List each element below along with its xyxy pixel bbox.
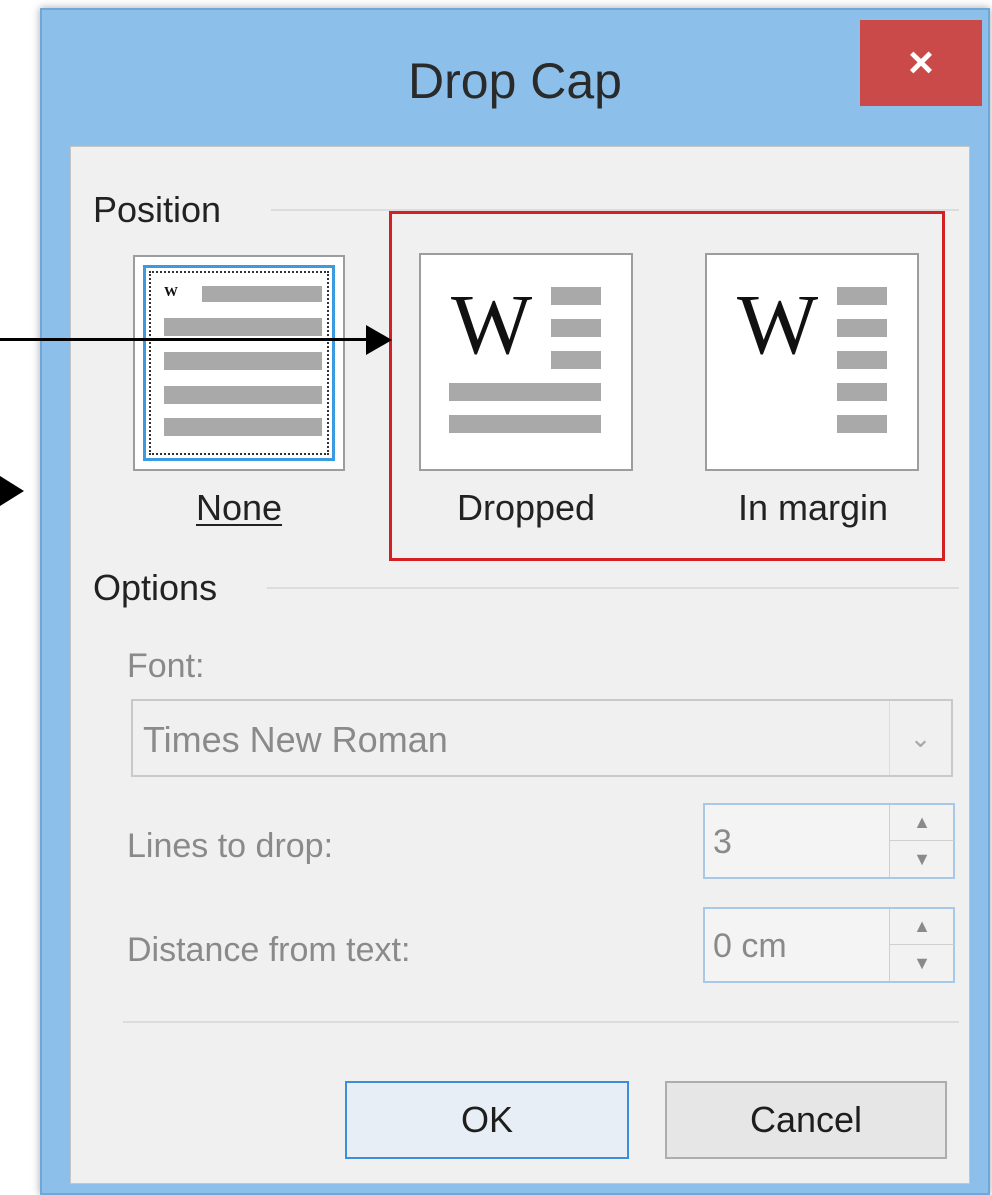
options-group-label: Options [93,567,218,608]
lines-to-drop-label: Lines to drop: [127,827,334,865]
close-button[interactable]: × [860,20,982,106]
ok-button[interactable]: OK [345,1081,629,1159]
lines-to-drop-spin-buttons: ▲ ▼ [889,805,954,877]
buttons-divider [123,1021,959,1023]
preview-line [551,351,601,369]
preview-line [837,351,887,369]
distance-spin-buttons: ▲ ▼ [889,909,954,981]
none-preview-letter: W [164,285,178,300]
preview-line [164,318,322,336]
font-label: Font: [127,647,205,685]
preview-line [551,287,601,305]
font-select[interactable]: Times New Roman ⌄ [131,699,953,777]
options-group-divider [267,587,959,589]
annotation-arrowhead-icon [366,325,392,355]
position-option-in-margin[interactable]: W [705,253,919,471]
position-option-dropped-caption: Dropped [456,487,596,528]
position-group-label: Position [93,189,222,230]
dialog-client-area: Position W None W Dropped W In margin Op… [70,146,970,1184]
drop-cap-dialog: Drop Cap × Position W None W Dropped W I… [40,8,990,1195]
distance-from-text-value: 0 cm [713,927,787,965]
preview-line [837,415,887,433]
dialog-title: Drop Cap [408,53,622,109]
spin-down-arrow-icon[interactable]: ▼ [890,945,954,981]
preview-line [551,319,601,337]
distance-from-text-label: Distance from text: [127,931,411,969]
annotation-arrow-line [0,338,372,341]
title-bar: Drop Cap × [42,10,988,140]
position-option-none-caption: None [195,487,283,528]
spin-up-arrow-icon[interactable]: ▲ [890,805,954,841]
spin-up-arrow-icon[interactable]: ▲ [890,909,954,945]
close-icon: × [908,38,934,87]
preview-line [837,319,887,337]
dropped-preview-letter: W [451,276,533,372]
font-select-value: Times New Roman [143,719,448,760]
position-option-in-margin-caption: In margin [737,487,889,528]
lines-to-drop-stepper[interactable]: 3 ▲ ▼ [703,803,955,879]
cancel-button[interactable]: Cancel [665,1081,947,1159]
distance-from-text-stepper[interactable]: 0 cm ▲ ▼ [703,907,955,983]
lines-to-drop-value: 3 [713,823,732,861]
preview-line [449,383,601,401]
preview-line [202,286,322,302]
annotation-arrowhead-left-icon [0,476,24,506]
preview-line [449,415,601,433]
in-margin-preview-letter: W [737,276,819,372]
preview-line [837,383,887,401]
position-option-none[interactable]: W [133,255,345,471]
position-option-dropped[interactable]: W [419,253,633,471]
preview-line [164,352,322,370]
spin-down-arrow-icon[interactable]: ▼ [890,841,954,877]
chevron-down-icon[interactable]: ⌄ [889,701,951,775]
selection-focus-frame: W [143,265,335,461]
preview-line [837,287,887,305]
preview-line [164,418,322,436]
preview-line [164,386,322,404]
